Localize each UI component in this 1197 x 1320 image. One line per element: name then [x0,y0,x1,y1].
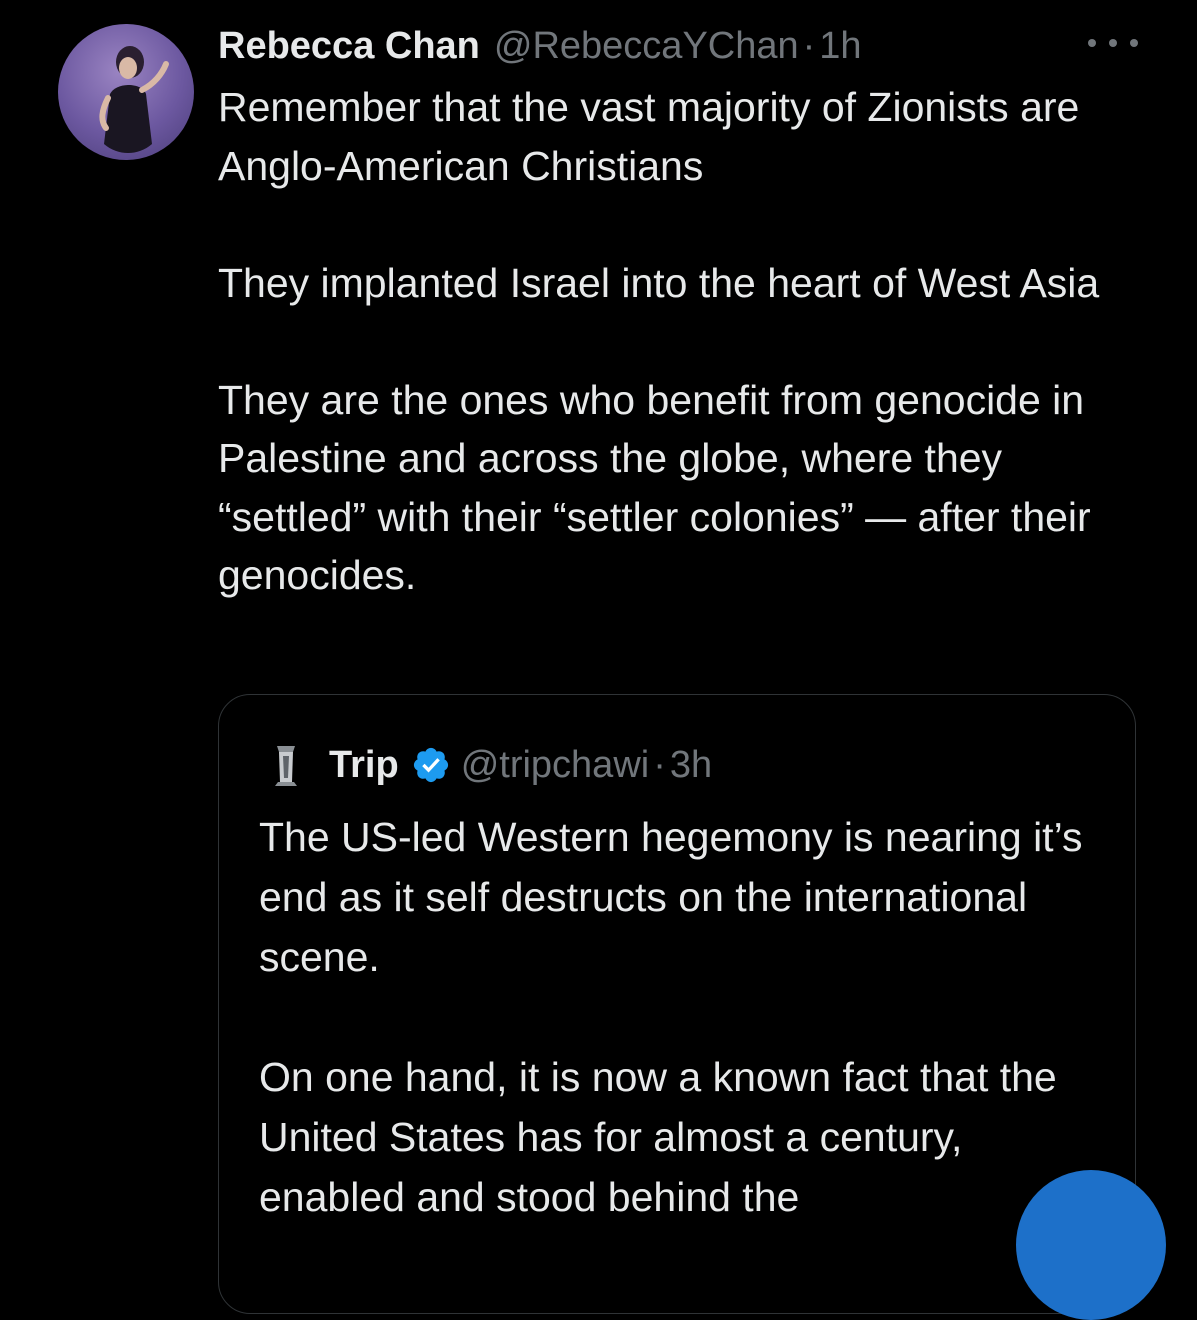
quoted-tweet-timestamp[interactable]: 3h [670,744,712,787]
quoted-author-name[interactable]: Trip [329,744,399,787]
quoted-tweet-paragraph: The US-led Western hegemony is nearing i… [259,814,1083,980]
more-dot [1109,39,1117,47]
tweet-paragraph: Remember that the vast majority of Zioni… [218,84,1080,189]
more-options-icon[interactable] [1088,30,1138,56]
author-handle[interactable]: @RebeccaYChan [494,25,799,68]
tweet-text: Remember that the vast majority of Zioni… [218,78,1148,605]
author-avatar[interactable] [58,24,194,160]
more-dot [1130,39,1138,47]
separator-dot: · [802,24,816,67]
separator-dot: · [653,743,666,786]
tweet-header: Rebecca Chan @RebeccaYChan · 1h [218,18,1197,74]
quoted-tweet-text: The US-led Western hegemony is nearing i… [259,807,1119,1227]
quoted-tweet-header: Trip @tripchawi · 3h [259,737,712,793]
quoted-author-avatar[interactable] [259,738,313,792]
tweet-timestamp[interactable]: 1h [819,25,861,68]
compose-button[interactable] [1016,1170,1166,1320]
more-dot [1088,39,1096,47]
tweet-paragraph: They implanted Israel into the heart of … [218,259,1100,306]
author-name[interactable]: Rebecca Chan [218,25,480,68]
quoted-tweet-paragraph: On one hand, it is now a known fact that… [259,1054,1057,1220]
quoted-author-handle[interactable]: @tripchawi [461,744,650,787]
verified-badge-icon [413,747,448,783]
author-avatar-image [99,46,169,153]
tweet-paragraph: They are the ones who benefit from genoc… [218,376,1091,599]
quoted-tweet[interactable]: Trip @tripchawi · 3h The US-led Western … [218,694,1136,1314]
